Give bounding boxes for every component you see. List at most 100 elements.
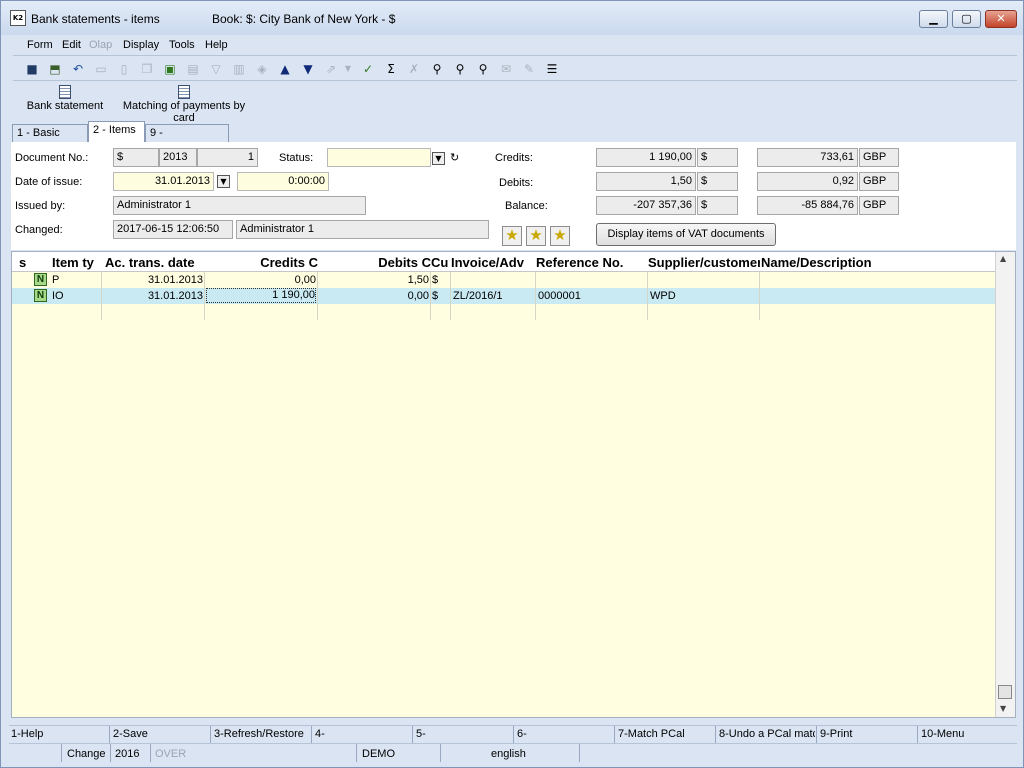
fkey-match-pcal[interactable]: 7-Match PCal: [618, 728, 714, 740]
column-header-currency[interactable]: Cu: [431, 255, 451, 270]
fkey-undo-pcal-match[interactable]: 8-Undo a PCal match: [719, 728, 815, 740]
cell-date[interactable]: 31.01.2013: [105, 289, 203, 303]
clear-icon[interactable]: ✗: [405, 60, 423, 78]
lock-icon[interactable]: ▣: [161, 60, 179, 78]
fkey-5[interactable]: 5-: [416, 728, 512, 740]
export-icon[interactable]: ⇗: [322, 60, 340, 78]
tab-attachments[interactable]: 9 - Attachments: [145, 124, 229, 156]
close-button[interactable]: ✕: [985, 10, 1017, 28]
column-header-s[interactable]: s: [19, 255, 31, 270]
mail-icon[interactable]: ✉: [497, 60, 515, 78]
fkey-6[interactable]: 6-: [517, 728, 613, 740]
cell-date[interactable]: 31.01.2013: [105, 273, 203, 287]
scroll-thumb[interactable]: [998, 685, 1012, 699]
arrow-up-icon[interactable]: ▲: [276, 60, 294, 78]
cell-item-type[interactable]: IO: [52, 289, 102, 303]
check-filter-icon[interactable]: ✓: [359, 60, 377, 78]
cell-currency[interactable]: $: [432, 273, 450, 287]
stack-icon[interactable]: ◈: [253, 60, 271, 78]
scroll-down-icon[interactable]: ▼: [1000, 704, 1006, 713]
menu-help[interactable]: Help: [205, 39, 228, 51]
cell-invoice[interactable]: [453, 273, 535, 287]
tab-items[interactable]: 2 - Items: [88, 121, 145, 143]
document-book-field[interactable]: $: [113, 148, 159, 167]
cell-reference[interactable]: 0000001: [538, 289, 646, 303]
bank-statement-button[interactable]: Bank statement: [25, 85, 105, 112]
cell-supplier[interactable]: [650, 273, 760, 287]
menu-form[interactable]: Form: [27, 39, 53, 51]
filter-icon[interactable]: ▽: [207, 60, 225, 78]
scroll-up-icon[interactable]: ▲: [1000, 254, 1006, 263]
chevron-down-icon[interactable]: ▼: [343, 60, 353, 78]
fkey-refresh[interactable]: 3-Refresh/Restore: [214, 728, 310, 740]
status-history-icon[interactable]: ↻: [450, 151, 459, 164]
cell-reference[interactable]: [538, 273, 646, 287]
maximize-button[interactable]: ▢: [952, 10, 981, 28]
column-header-debits[interactable]: Debits C: [318, 255, 431, 270]
table-row[interactable]: N P 31.01.2013 0,00 1,50 $: [12, 272, 995, 288]
cell-supplier[interactable]: WPD: [650, 289, 760, 303]
column-header-reference[interactable]: Reference No.: [536, 255, 647, 270]
fkey-save[interactable]: 2-Save: [113, 728, 209, 740]
star-icon[interactable]: ★: [502, 226, 522, 246]
open-folder-icon[interactable]: ▭: [92, 60, 110, 78]
vertical-scrollbar[interactable]: ▲ ▼: [995, 252, 1015, 717]
menu-display[interactable]: Display: [123, 39, 159, 51]
sum-icon[interactable]: Σ: [382, 60, 400, 78]
calendar-dropdown-icon[interactable]: ▼: [217, 175, 230, 188]
table-row[interactable]: N IO 31.01.2013 1 190,00 0,00 $ ZL/2016/…: [12, 288, 995, 304]
cell-currency[interactable]: $: [432, 289, 450, 303]
time-of-issue-field[interactable]: 0:00:00: [237, 172, 329, 191]
fkey-divider: [109, 726, 110, 744]
status-field[interactable]: [327, 148, 431, 167]
fkey-print[interactable]: 9-Print: [820, 728, 916, 740]
new-document-icon[interactable]: ▯: [115, 60, 133, 78]
column-divider: [647, 272, 648, 320]
column-header-supplier[interactable]: Supplier/customer: [648, 255, 760, 270]
debits-label: Debits:: [499, 177, 534, 189]
edit-icon[interactable]: ✎: [520, 60, 538, 78]
fkey-divider: [210, 726, 211, 744]
find-next-icon[interactable]: ⚲: [451, 60, 469, 78]
menu-edit[interactable]: Edit: [62, 39, 81, 51]
fkey-menu[interactable]: 10-Menu: [921, 728, 1013, 740]
copy-icon[interactable]: ❐: [138, 60, 156, 78]
menu-tools[interactable]: Tools: [169, 39, 195, 51]
credits-currency: $: [697, 148, 738, 167]
fkey-4[interactable]: 4-: [315, 728, 411, 740]
cell-name[interactable]: [763, 289, 991, 303]
save-close-icon[interactable]: ⬒: [46, 60, 64, 78]
cell-credits-focused[interactable]: 1 190,00: [206, 288, 316, 303]
matching-payments-button[interactable]: Matching of payments by card: [112, 85, 256, 124]
status-dropdown-icon[interactable]: ▼: [432, 152, 445, 165]
column-header-date[interactable]: Ac. trans. date: [105, 255, 205, 270]
cell-name[interactable]: [763, 273, 991, 287]
date-of-issue-field[interactable]: 31.01.2013: [113, 172, 214, 191]
minimize-button[interactable]: ▁: [919, 10, 948, 28]
cell-debits[interactable]: 0,00: [318, 289, 429, 303]
undo-icon[interactable]: ↶: [69, 60, 87, 78]
save-icon[interactable]: ■: [23, 60, 41, 78]
column-header-item-type[interactable]: Item ty: [52, 255, 104, 270]
star-remove-icon[interactable]: ★: [550, 226, 570, 246]
cell-credits[interactable]: 0,00: [206, 273, 316, 287]
menu-olap[interactable]: Olap: [89, 39, 112, 51]
filter-doc-icon[interactable]: ▥: [230, 60, 248, 78]
cell-invoice[interactable]: ZL/2016/1: [453, 289, 535, 303]
column-header-name[interactable]: Name/Description: [761, 255, 991, 270]
arrow-down-icon[interactable]: ▼: [299, 60, 317, 78]
fkey-help[interactable]: 1-Help: [11, 728, 107, 740]
book-icon[interactable]: ▤: [184, 60, 202, 78]
document-number-field[interactable]: 1: [197, 148, 258, 167]
document-year-field[interactable]: 2013: [159, 148, 197, 167]
cell-debits[interactable]: 1,50: [318, 273, 429, 287]
menu-lines-icon[interactable]: ☰: [543, 60, 561, 78]
column-header-invoice[interactable]: Invoice/Adv: [451, 255, 535, 270]
find-icon[interactable]: ⚲: [428, 60, 446, 78]
tab-basic-data[interactable]: 1 - Basic data: [12, 124, 88, 156]
cell-item-type[interactable]: P: [52, 273, 102, 287]
column-header-credits[interactable]: Credits C: [206, 255, 318, 270]
display-vat-items-button[interactable]: Display items of VAT documents: [596, 223, 776, 246]
star-add-icon[interactable]: ★: [526, 226, 546, 246]
find-prev-icon[interactable]: ⚲: [474, 60, 492, 78]
